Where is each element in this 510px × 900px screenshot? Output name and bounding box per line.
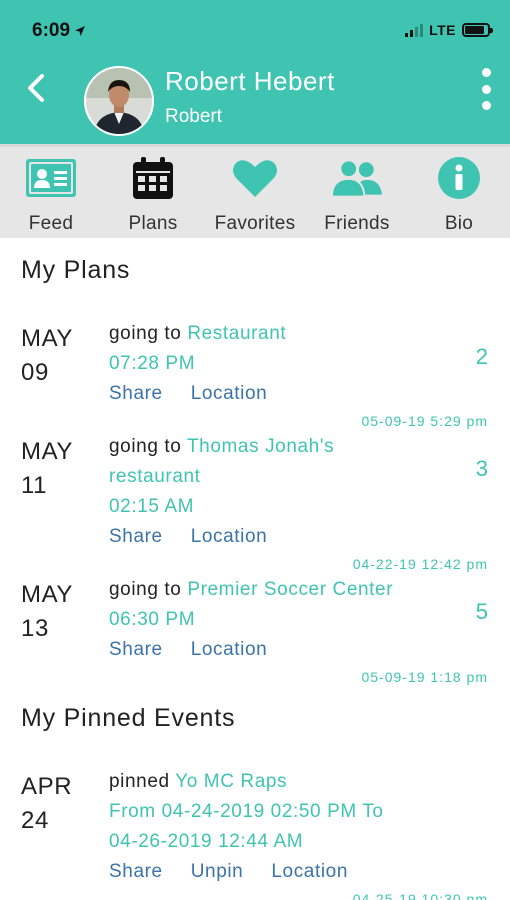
- share-button[interactable]: Share: [109, 857, 163, 887]
- more-dot: [481, 84, 491, 94]
- more-dot: [481, 68, 491, 77]
- plan-time: 06:30 PM: [109, 609, 196, 630]
- signal-icon: [405, 23, 424, 37]
- location-arrow-icon: [75, 26, 86, 36]
- tab-feed[interactable]: Feed: [0, 147, 102, 238]
- pinned-details: pinned Yo MC Raps From 04-24-2019 02:50 …: [109, 767, 489, 887]
- location-button[interactable]: Location: [191, 379, 268, 409]
- plan-verb: going to: [109, 436, 182, 457]
- plan-time: 02:15 AM: [109, 496, 195, 517]
- pinned-month: APR: [21, 773, 73, 800]
- share-button[interactable]: Share: [109, 635, 163, 665]
- plan-date: MAY 11: [21, 435, 73, 503]
- info-icon: [438, 157, 480, 199]
- more-dot: [481, 101, 491, 110]
- plan-place-link[interactable]: Thomas Jonah's: [187, 436, 334, 457]
- my-plans-heading: My Plans: [21, 256, 131, 284]
- my-pinned-events-heading: My Pinned Events: [21, 704, 236, 732]
- pinned-day: 24: [21, 807, 49, 834]
- plan-attendee-count[interactable]: 2: [476, 344, 488, 370]
- status-indicators: LTE: [405, 22, 493, 38]
- pinned-range-start: From 04-24-2019 02:50 PM To: [109, 801, 384, 822]
- location-button[interactable]: Location: [191, 635, 268, 665]
- tab-plans[interactable]: Plans: [102, 147, 204, 238]
- share-button[interactable]: Share: [109, 522, 163, 552]
- pinned-event-link[interactable]: Yo MC Raps: [175, 771, 287, 792]
- plan-details: going to Thomas Jonah's restaurant 02:15…: [109, 432, 439, 552]
- more-options-button[interactable]: [476, 68, 496, 110]
- plan-time: 07:28 PM: [109, 353, 196, 374]
- profile-name: Robert Hebert: [165, 66, 335, 96]
- plan-details: going to Restaurant 07:28 PM Share Locat…: [109, 319, 439, 409]
- plans-content: My Plans MAY 09 going to Restaurant 07:2…: [0, 238, 510, 900]
- plan-attendee-count[interactable]: 3: [476, 456, 488, 482]
- avatar[interactable]: [84, 66, 154, 136]
- id-card-icon: [26, 159, 76, 197]
- profile-photo: [86, 68, 152, 134]
- tab-label: Favorites: [214, 213, 296, 234]
- users-icon: [332, 159, 382, 198]
- pinned-timestamp: 04-25-19 10:30 pm: [352, 891, 488, 900]
- calendar-icon: [133, 157, 173, 199]
- app-header: 6:09 LTE Robert Hebert Robert: [0, 0, 510, 144]
- plan-month: MAY: [21, 438, 74, 465]
- plan-verb: going to: [109, 579, 182, 600]
- plan-date: MAY 13: [21, 578, 73, 646]
- tab-label: Bio: [444, 213, 474, 234]
- pinned-range-end: 04-26-2019 12:44 AM: [109, 831, 304, 852]
- plan-place-link-continued[interactable]: restaurant: [109, 462, 439, 492]
- status-time: 6:09: [32, 20, 86, 42]
- status-bar: 6:09 LTE: [0, 0, 510, 62]
- battery-icon: [462, 23, 493, 37]
- tab-bio[interactable]: Bio: [408, 147, 510, 238]
- share-button[interactable]: Share: [109, 379, 163, 409]
- plan-month: MAY: [21, 581, 74, 608]
- plan-timestamp: 05-09-19 5:29 pm: [361, 413, 488, 429]
- status-time-text: 6:09: [32, 20, 71, 41]
- plan-day: 13: [21, 615, 49, 642]
- tab-label: Plans: [128, 213, 178, 234]
- unpin-button[interactable]: Unpin: [191, 857, 244, 887]
- plan-date: MAY 09: [21, 322, 73, 390]
- plan-verb: going to: [109, 323, 182, 344]
- profile-username: Robert: [165, 106, 223, 127]
- network-label: LTE: [429, 22, 456, 38]
- tab-label: Friends: [324, 213, 390, 234]
- plan-place-link[interactable]: Premier Soccer Center: [187, 579, 393, 600]
- location-button[interactable]: Location: [271, 857, 348, 887]
- profile-tab-bar: Feed Plans Favorites Friends Bio: [0, 144, 510, 238]
- pinned-date: APR 24: [21, 770, 72, 838]
- heart-icon: [233, 160, 277, 197]
- plan-day: 11: [21, 472, 48, 499]
- plan-timestamp: 04-22-19 12:42 pm: [352, 556, 488, 572]
- plan-details: going to Premier Soccer Center 06:30 PM …: [109, 575, 439, 665]
- pinned-verb: pinned: [109, 771, 170, 792]
- tab-favorites[interactable]: Favorites: [204, 147, 306, 238]
- chevron-left-icon: [28, 74, 44, 102]
- plan-timestamp: 05-09-19 1:18 pm: [361, 669, 488, 685]
- plan-place-link[interactable]: Restaurant: [187, 323, 286, 344]
- tab-label: Feed: [28, 213, 74, 234]
- plan-attendee-count[interactable]: 5: [476, 599, 488, 625]
- location-button[interactable]: Location: [191, 522, 268, 552]
- plan-day: 09: [21, 359, 49, 386]
- plan-month: MAY: [21, 325, 74, 352]
- tab-friends[interactable]: Friends: [306, 147, 408, 238]
- back-button[interactable]: [18, 68, 54, 108]
